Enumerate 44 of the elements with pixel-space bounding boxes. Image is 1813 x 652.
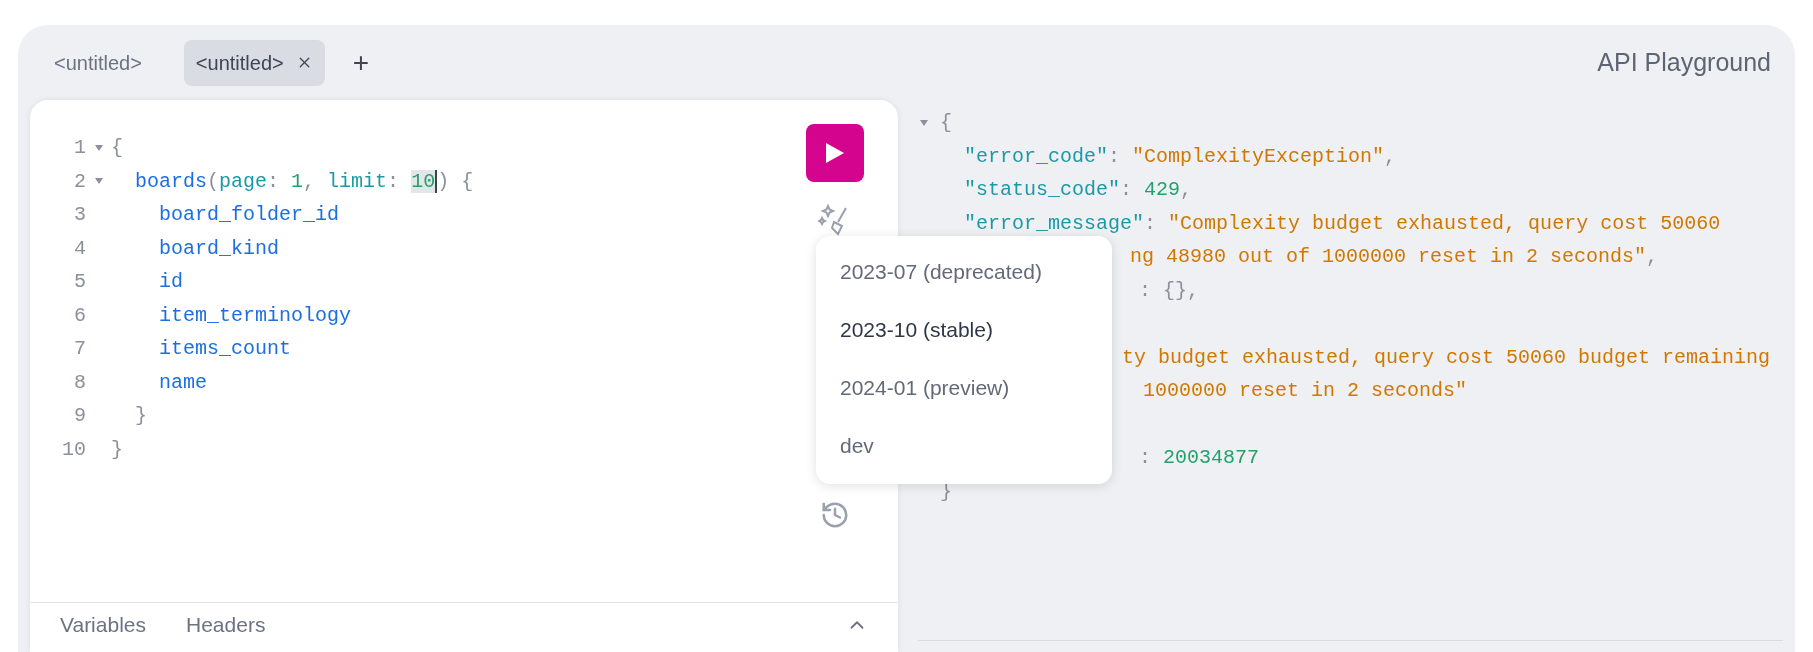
fold-arrow-icon[interactable] [94, 178, 103, 185]
code-line: name [158, 369, 207, 396]
code-line: : {}, [1139, 277, 1199, 304]
code-line: { [111, 135, 123, 161]
code-line: boards(page: 1, limit: 10) { [134, 168, 474, 195]
run-button[interactable] [805, 124, 864, 182]
line-number: 7 [73, 336, 86, 362]
line-number: 5 [73, 269, 86, 295]
line-number: 6 [73, 302, 86, 329]
code-line: board_folder_id [158, 202, 340, 228]
line-number: 8 [73, 369, 86, 396]
line-number: 1 [73, 135, 86, 161]
menu-item[interactable]: 2024-01 (preview) [816, 359, 1112, 417]
code-line: id [158, 269, 183, 295]
line-number: 9 [73, 403, 86, 429]
fold-arrow-icon[interactable] [94, 144, 103, 151]
code-line: "error_code": "ComplexityException", [963, 143, 1397, 170]
play-icon [823, 141, 846, 165]
code-line: } [111, 436, 123, 463]
line-number: 4 [73, 235, 86, 262]
tab[interactable]: <untitled> [42, 39, 154, 86]
code-line: ty budget exhausted, query cost 50060 budget remaining [1122, 344, 1771, 371]
code-line: } [134, 403, 147, 429]
page-title: API Playground [1597, 46, 1771, 78]
menu-item[interactable]: dev [816, 417, 1112, 475]
code-line: ng 48980 out of 1000000 reset in 2 seconds", [1130, 244, 1659, 270]
code-line: board_kind [158, 235, 280, 262]
panel-tab[interactable]: Variables [60, 609, 146, 641]
code-line: : 20034877 [1139, 445, 1260, 471]
line-number: 10 [61, 436, 86, 463]
code-line: items_count [158, 336, 292, 362]
line-number: 3 [73, 202, 86, 228]
fold-arrow-icon[interactable] [920, 119, 928, 126]
code-line: { [940, 110, 952, 136]
code-line: "error_message": "Complexity budget exhausted, query cost 50060 [963, 210, 1721, 237]
tab[interactable]: <untitled> [183, 39, 325, 86]
menu-item[interactable]: 2023-10 (stable) [816, 301, 1112, 359]
code-line: "status_code": 429, [963, 177, 1193, 203]
line-number: 2 [73, 168, 86, 195]
code-line: item_terminology [158, 302, 352, 329]
menu-item[interactable]: 2023-07 (deprecated) [816, 243, 1112, 301]
code-line: 1000000 reset in 2 seconds" [1143, 378, 1468, 404]
panel-tab[interactable]: Headers [186, 609, 266, 641]
new-tab-button[interactable]: + [344, 41, 378, 84]
